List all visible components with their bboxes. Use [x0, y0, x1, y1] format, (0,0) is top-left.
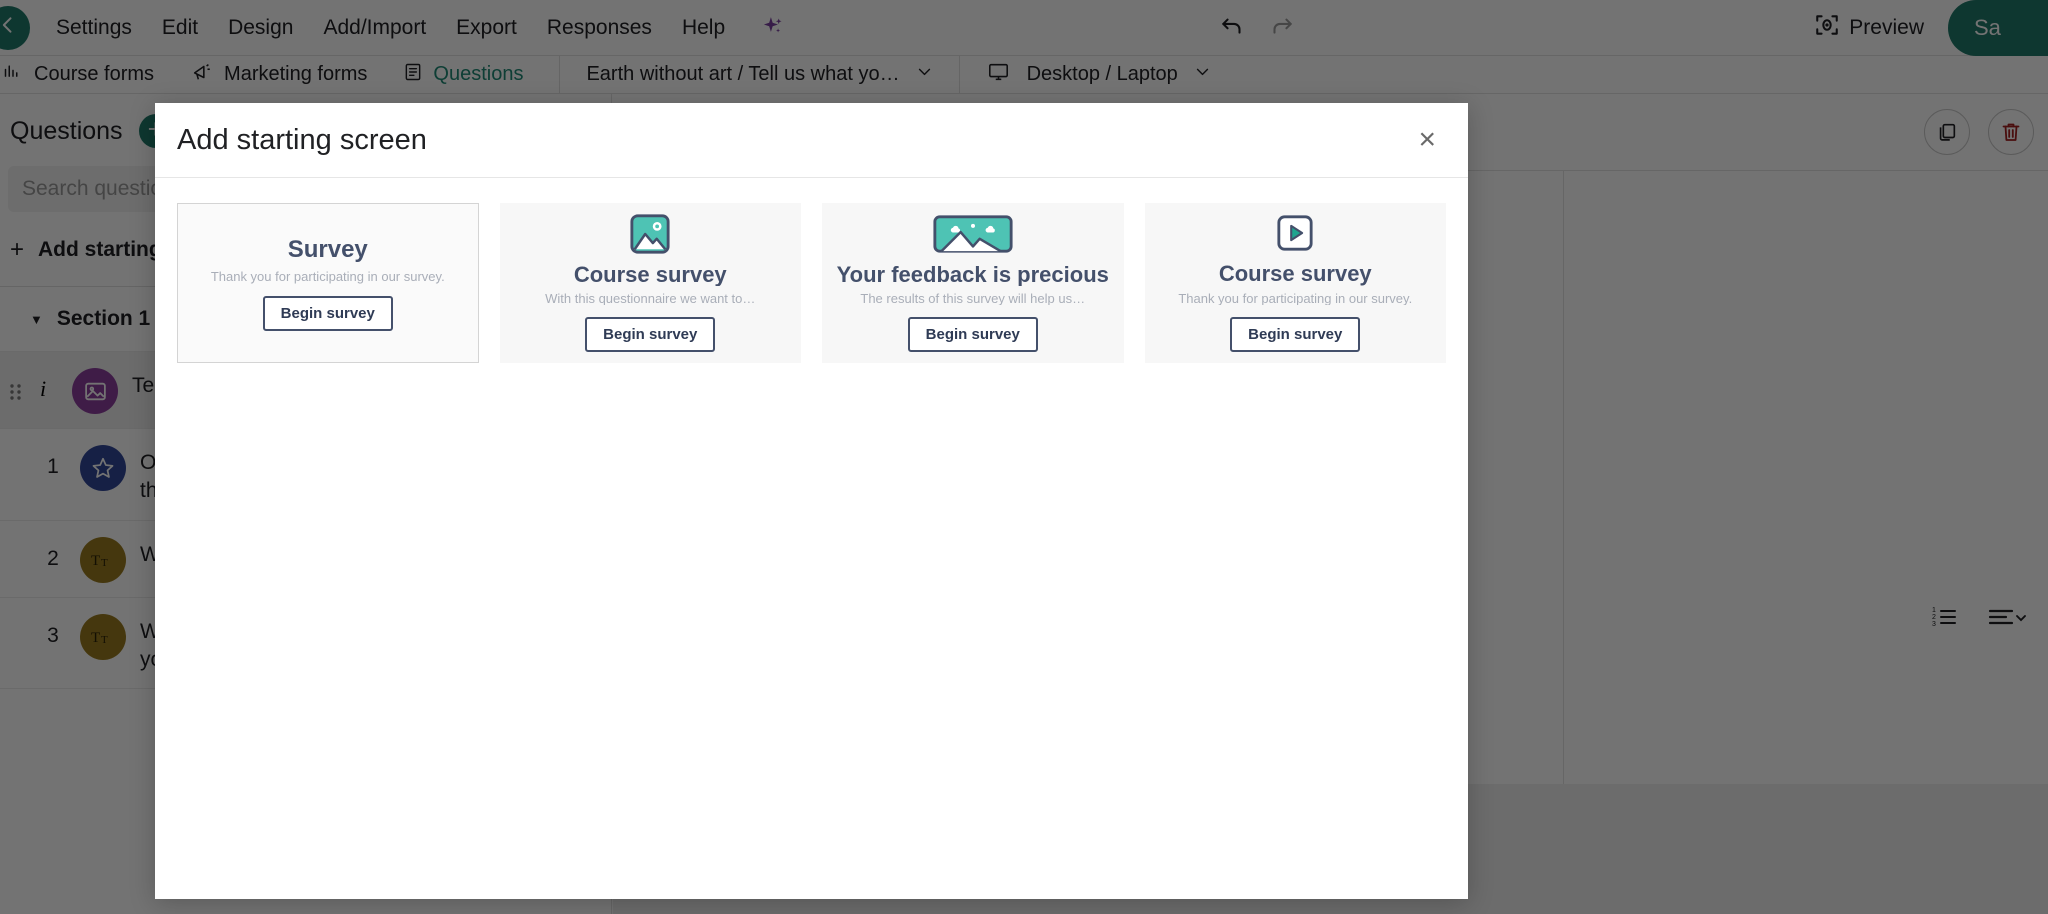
template-subtitle: The results of this survey will help us…	[860, 291, 1086, 305]
template-card-survey[interactable]: Survey Thank you for participating in ou…	[177, 203, 479, 363]
template-title: Course survey	[573, 262, 727, 287]
template-subtitle: Thank you for participating in our surve…	[210, 268, 445, 284]
template-subtitle: Thank you for participating in our surve…	[1178, 290, 1413, 305]
play-video-icon	[1276, 214, 1314, 253]
landscape-icon	[932, 214, 1014, 254]
image-placeholder-icon	[629, 214, 671, 254]
modal-header: Add starting screen ×	[155, 103, 1468, 178]
begin-survey-button[interactable]: Begin survey	[1230, 316, 1361, 352]
begin-survey-button[interactable]: Begin survey	[585, 317, 716, 352]
close-icon[interactable]: ×	[1408, 119, 1446, 161]
template-card-feedback-precious[interactable]: Your feedback is precious The results of…	[822, 203, 1124, 363]
template-title: Course survey	[1218, 260, 1372, 286]
starting-screen-template-list: Survey Thank you for participating in ou…	[177, 203, 1446, 363]
begin-survey-button[interactable]: Begin survey	[907, 317, 1038, 352]
add-starting-screen-modal: Add starting screen × Survey Thank you f…	[155, 103, 1468, 899]
template-title: Your feedback is precious	[836, 262, 1109, 287]
modal-title: Add starting screen	[177, 123, 427, 156]
template-title: Survey	[287, 235, 368, 263]
modal-body: Survey Thank you for participating in ou…	[155, 178, 1468, 899]
template-card-course-survey-video[interactable]: Course survey Thank you for participatin…	[1144, 203, 1446, 363]
template-card-course-survey-image[interactable]: Course survey With this questionnaire we…	[499, 203, 801, 363]
begin-survey-button[interactable]: Begin survey	[262, 295, 393, 331]
template-subtitle: With this questionnaire we want to…	[545, 291, 756, 305]
